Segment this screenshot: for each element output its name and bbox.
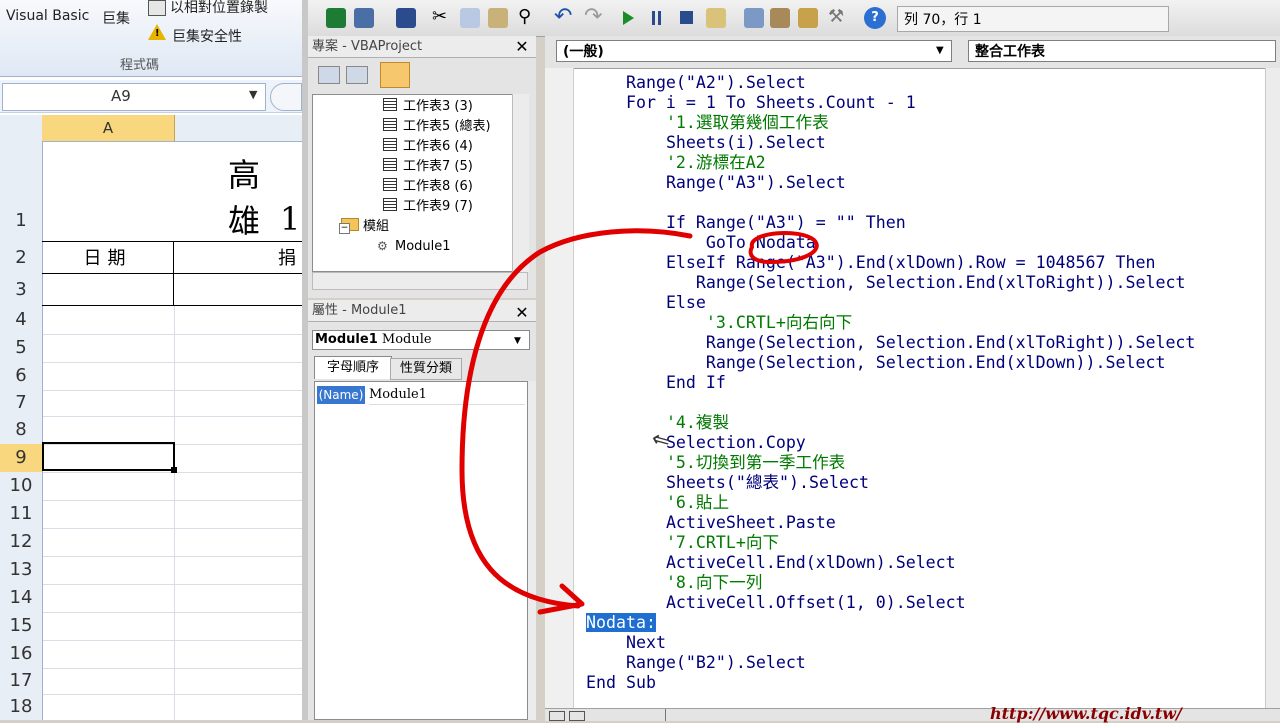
annotation-circle bbox=[748, 230, 819, 265]
annotation-arrow-curve bbox=[459, 228, 693, 609]
red-annotation-overlay bbox=[459, 228, 819, 615]
watermark-url: http://www.tqc.idv.tw/ bbox=[990, 704, 1182, 723]
